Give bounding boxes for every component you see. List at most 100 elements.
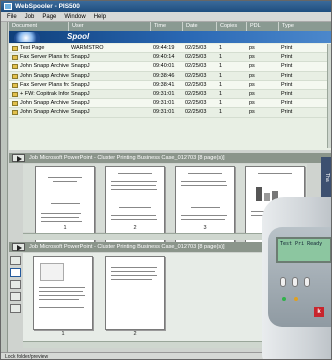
job-cell-document: Test Page [20, 45, 45, 51]
job-cell-user: SnappJ [71, 54, 90, 61]
col-copies[interactable]: Copies [217, 22, 247, 31]
job-cell-pdl: ps [249, 100, 255, 107]
job-cell-time: 09:44:19 [153, 45, 175, 51]
job-cell-document: John Snapp Archive - I [20, 63, 69, 70]
job-cell-type: Print [281, 63, 293, 70]
job-cell-time: 09:31:01 [153, 100, 175, 107]
job-cell-pdl: ps [249, 45, 255, 51]
job-row[interactable]: Test Page WARMSTRO 09:44:19 02/25/03 1 ps Prin… [9, 44, 331, 54]
job-cell-type: Print [281, 100, 293, 107]
page-thumbnail[interactable] [105, 256, 165, 330]
title-bar: WebSpooler - PIS500 [1, 1, 331, 12]
col-document[interactable]: Document [9, 22, 69, 31]
globe-icon [14, 32, 40, 42]
preview-header-1: Job Microsoft PowerPoint - Cluster Print… [9, 153, 331, 163]
job-cell-document: Fax Server Plans from A [20, 54, 69, 61]
job-cell-date: 02/25/03 [185, 81, 207, 88]
job-cell-date: 02/25/03 [185, 109, 207, 116]
page-number: 2 [133, 225, 137, 231]
job-row[interactable]: Fax Server Plans from ASnappJ 09:38:41 02/… [9, 80, 331, 90]
job-cell-pdl: ps [249, 54, 255, 61]
job-cell-type: Print [281, 54, 293, 61]
job-cell-copies: 1 [219, 100, 223, 107]
col-pdl[interactable]: PDL [247, 22, 279, 31]
printer-button [304, 277, 310, 287]
side-tab[interactable]: Tha [321, 157, 331, 197]
printer-lcd: Test Pri Ready [276, 237, 331, 263]
printer-photo: Test Pri Ready k [256, 197, 331, 359]
job-cell-copies: 1 [219, 109, 223, 116]
col-user[interactable]: User [69, 22, 151, 31]
job-cell-date: 02/25/03 [185, 54, 207, 61]
job-cell-copies: 1 [219, 63, 223, 70]
page-number: 3 [203, 225, 207, 231]
select-tool-icon[interactable] [10, 256, 21, 265]
play-button-1[interactable] [12, 154, 25, 162]
job-cell-date: 02/25/03 [185, 90, 207, 97]
job-cell-document: + FW: Copitrak Informati [20, 90, 69, 97]
col-type[interactable]: Type [279, 22, 331, 31]
page-number: 1 [61, 331, 65, 337]
job-cell-date: 02/25/03 [185, 63, 207, 70]
job-cell-user: SnappJ [71, 81, 90, 88]
job-cell-pdl: ps [249, 90, 255, 97]
tool-palette [10, 256, 22, 313]
job-cell-copies: 1 [219, 90, 223, 97]
play-button-2[interactable] [12, 243, 25, 251]
menu-help[interactable]: Help [94, 12, 106, 21]
status-text: Lock folder/preview [5, 354, 49, 360]
menu-window[interactable]: Window [64, 12, 85, 21]
job-cell-time: 09:31:01 [153, 90, 175, 97]
job-row[interactable]: John Snapp Archive - ISnappJ 09:40:01 02/2… [9, 62, 331, 72]
job-cell-pdl: ps [249, 81, 255, 88]
job-cell-document: Fax Server Plans from A [20, 81, 69, 88]
job-row[interactable]: John Snapp Archive - ISnappJ 09:31:01 02/2… [9, 108, 331, 118]
job-list: Document User Time Date Copies PDL Type … [9, 22, 331, 150]
menu-page[interactable]: Page [42, 12, 56, 21]
job-cell-user: SnappJ [71, 100, 90, 107]
job-cell-document: John Snapp Archive - I [20, 72, 69, 79]
play-icon [17, 245, 22, 251]
job-row[interactable]: + FW: Copitrak InformatiSnappJ 09:31:01 02… [9, 90, 331, 100]
zoom-tool-icon[interactable] [10, 280, 21, 289]
printer-button [292, 277, 298, 287]
hand-tool-icon[interactable] [10, 292, 21, 301]
page-thumbnail[interactable] [33, 256, 93, 330]
rotate-tool-icon[interactable] [10, 304, 21, 313]
menu-bar: File Job Page Window Help [1, 12, 331, 22]
job-row[interactable]: John Snapp Archive - ISnappJ 09:31:01 02/2… [9, 99, 331, 109]
job-cell-user: SnappJ [71, 63, 90, 70]
job-cell-time: 09:40:01 [153, 63, 175, 70]
pointer-tool-icon[interactable] [10, 268, 21, 277]
job-cell-pdl: ps [249, 109, 255, 116]
brand-logo-icon: k [314, 307, 324, 317]
job-cell-document: John Snapp Archive - I [20, 100, 69, 107]
preview-title-2: Job Microsoft PowerPoint - Cluster Print… [29, 244, 225, 250]
page-number: 1 [63, 225, 67, 231]
job-cell-type: Print [281, 45, 293, 51]
menu-job[interactable]: Job [25, 12, 35, 21]
job-cell-time: 09:31:01 [153, 109, 175, 116]
page-number: 2 [133, 331, 137, 337]
job-cell-type: Print [281, 109, 293, 116]
job-row[interactable]: John Snapp Archive - ISnappJ 09:38:46 02/2… [9, 72, 331, 81]
status-led-icon [294, 297, 298, 301]
job-cell-date: 02/25/03 [185, 45, 207, 51]
job-cell-time: 09:40:14 [153, 54, 175, 61]
job-cell-type: Print [281, 72, 293, 79]
spool-label: Spool [67, 32, 90, 41]
job-list-scrollbar[interactable] [327, 44, 331, 148]
status-led-icon [282, 297, 286, 301]
col-date[interactable]: Date [183, 22, 217, 31]
job-cell-copies: 1 [219, 54, 223, 61]
job-cell-user: SnappJ [71, 72, 90, 79]
preview-title-1: Job Microsoft PowerPoint - Cluster Print… [29, 155, 225, 161]
menu-file[interactable]: File [7, 12, 17, 21]
job-cell-type: Print [281, 81, 293, 88]
job-cell-user: WARMSTRO [71, 45, 104, 51]
job-row[interactable]: Fax Server Plans from ASnappJ 09:40:14 02/… [9, 53, 331, 63]
job-cell-user: SnappJ [71, 90, 90, 97]
col-time[interactable]: Time [151, 22, 183, 31]
job-cell-date: 02/25/03 [185, 72, 207, 79]
left-frame [1, 22, 8, 352]
